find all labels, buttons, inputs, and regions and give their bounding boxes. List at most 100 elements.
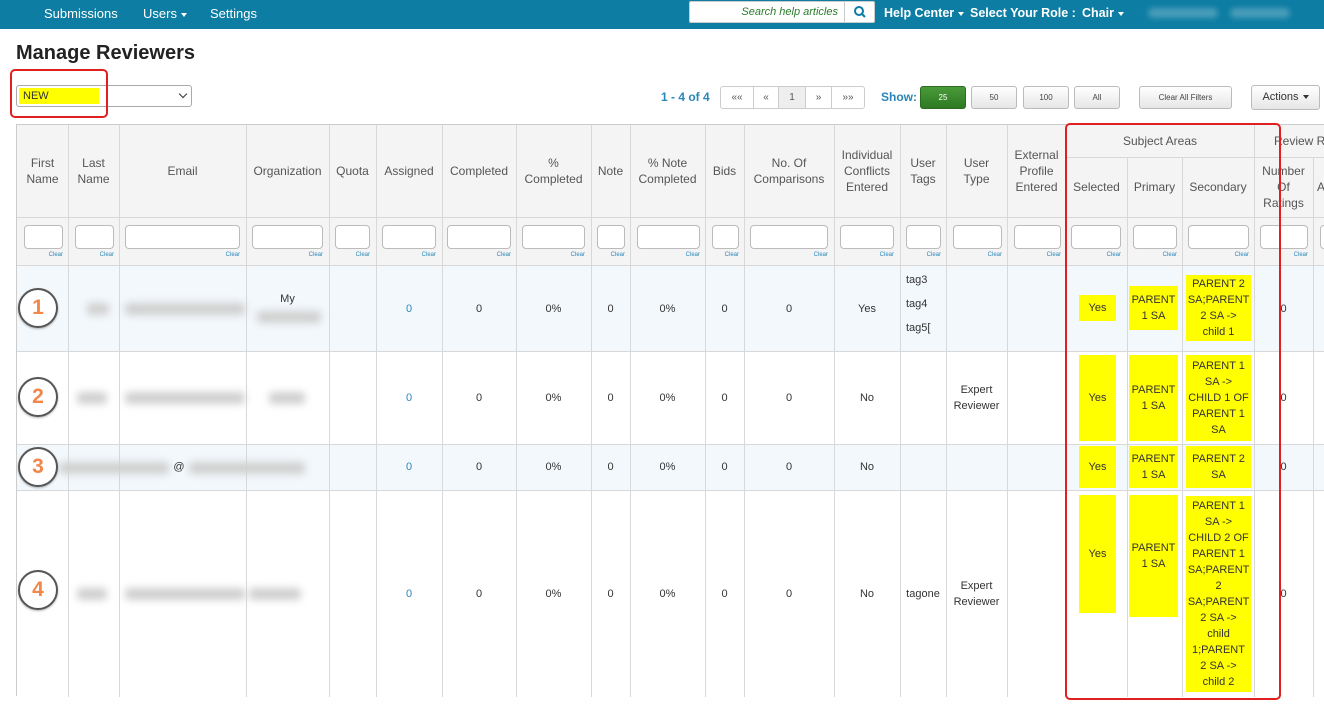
page-size-50-button[interactable]: 50 (971, 86, 1017, 109)
note-cell: 0 (607, 391, 614, 404)
tag: tag4 (906, 298, 928, 310)
redacted-email (189, 462, 305, 474)
nav-submissions[interactable]: Submissions (44, 6, 118, 21)
clear-external-profile[interactable]: Clear (1014, 252, 1061, 258)
page-size-100-button[interactable]: 100 (1023, 86, 1069, 109)
filter-assigned[interactable] (382, 225, 436, 249)
filter-external-profile[interactable] (1014, 225, 1061, 249)
clear-all-filters-button[interactable]: Clear All Filters (1139, 86, 1232, 109)
filter-pct-completed[interactable] (522, 225, 585, 249)
user-menu[interactable] (1148, 8, 1218, 18)
redacted-organization (249, 588, 301, 600)
bids-cell: 0 (721, 391, 728, 404)
filter-email[interactable] (125, 225, 240, 249)
nav-settings[interactable]: Settings (210, 6, 257, 21)
next-page-button[interactable]: » (805, 86, 832, 109)
filter-note[interactable] (597, 225, 625, 249)
account-menu[interactable] (1230, 8, 1290, 18)
role-label: Select Your Role : (970, 6, 1076, 20)
assigned-link[interactable]: 0 (376, 351, 442, 444)
filter-organization[interactable] (252, 225, 323, 249)
chevron-down-icon (958, 11, 965, 16)
col-quota[interactable]: Quota (329, 125, 376, 217)
assigned-link[interactable]: 0 (376, 490, 442, 697)
filter-pct-note[interactable] (637, 225, 700, 249)
clear-bids[interactable]: Clear (712, 252, 739, 258)
chevron-down-icon (178, 89, 188, 99)
comparisons-cell: 0 (785, 587, 793, 600)
col-individual-conflicts[interactable]: Individual Conflicts Entered (834, 125, 900, 217)
col-email[interactable]: Email (119, 125, 246, 217)
comparisons-cell: 0 (785, 302, 793, 315)
role-value: Chair (1082, 6, 1114, 20)
nav-help-center[interactable]: Help Center (884, 6, 965, 20)
show-label: Show: (881, 90, 917, 104)
pager-info: 1 - 4 of 4 (661, 90, 710, 104)
clear-first-name[interactable]: Clear (24, 252, 63, 258)
redacted-last-name (59, 462, 169, 474)
note-cell: 0 (607, 587, 614, 600)
assigned-link[interactable]: 0 (376, 444, 442, 490)
help-search-input[interactable]: Search help articles (689, 1, 845, 23)
help-center-label: Help Center (884, 6, 955, 20)
col-organization[interactable]: Organization (246, 125, 329, 217)
clear-conflicts[interactable]: Clear (840, 252, 894, 258)
completed-cell: 0 (475, 461, 483, 473)
page-size-25-button[interactable]: 25 (920, 86, 966, 109)
filter-user-tags[interactable] (906, 225, 941, 249)
col-pct-completed[interactable]: % Completed (516, 125, 591, 217)
clear-note[interactable]: Clear (597, 252, 625, 258)
col-note[interactable]: Note (591, 125, 630, 217)
organization-cell: My (280, 293, 295, 305)
clear-user-type[interactable]: Clear (953, 252, 1002, 258)
clear-last-name[interactable]: Clear (75, 252, 114, 258)
user-type-cell: Expert Reviewer (953, 383, 1000, 412)
pct-completed-cell: 0% (545, 587, 562, 600)
col-pct-note-completed[interactable]: % Note Completed (630, 125, 705, 217)
redacted-last-name (87, 303, 109, 315)
pct-completed-cell: 0% (545, 302, 562, 315)
filter-cut-off[interactable] (1320, 225, 1324, 249)
clear-pct-completed[interactable]: Clear (522, 252, 585, 258)
note-cell: 0 (607, 461, 614, 473)
redacted-last-name (77, 588, 107, 600)
col-comparisons[interactable]: No. Of Comparisons (744, 125, 834, 217)
clear-quota[interactable]: Clear (335, 252, 370, 258)
page-size-all-button[interactable]: All (1074, 86, 1120, 109)
search-icon (854, 6, 866, 18)
nav-users[interactable]: Users (143, 6, 187, 21)
col-assigned[interactable]: Assigned (376, 125, 442, 217)
filter-user-type[interactable] (953, 225, 1002, 249)
assigned-link[interactable]: 0 (376, 266, 442, 351)
page-1-button[interactable]: 1 (778, 86, 806, 109)
clear-organization[interactable]: Clear (252, 252, 323, 258)
filter-comparisons[interactable] (750, 225, 828, 249)
role-select[interactable]: Chair (1082, 6, 1124, 20)
actions-button[interactable]: Actions (1251, 85, 1320, 110)
col-first-name[interactable]: First Name (17, 125, 68, 217)
col-user-type[interactable]: User Type (946, 125, 1007, 217)
search-button[interactable] (844, 1, 875, 23)
prev-page-button[interactable]: « (753, 86, 779, 109)
clear-completed[interactable]: Clear (447, 252, 511, 258)
filter-conflicts[interactable] (840, 225, 894, 249)
filter-last-name[interactable] (75, 225, 114, 249)
col-user-tags[interactable]: User Tags (900, 125, 946, 217)
clear-assigned[interactable]: Clear (382, 252, 436, 258)
last-page-button[interactable]: »» (831, 86, 865, 109)
col-completed[interactable]: Completed (442, 125, 516, 217)
clear-email[interactable]: Clear (125, 252, 240, 258)
col-external-profile[interactable]: External Profile Entered (1007, 125, 1066, 217)
col-last-name[interactable]: Last Name (68, 125, 119, 217)
clear-pct-note[interactable]: Clear (637, 252, 700, 258)
first-page-button[interactable]: «« (720, 86, 754, 109)
col-bids[interactable]: Bids (705, 125, 744, 217)
filter-first-name[interactable] (24, 225, 63, 249)
clear-comparisons[interactable]: Clear (750, 252, 828, 258)
col-cut-off[interactable]: A (1317, 165, 1324, 209)
filter-completed[interactable] (447, 225, 511, 249)
filter-quota[interactable] (335, 225, 370, 249)
filter-bids[interactable] (712, 225, 739, 249)
conflicts-cell: No (859, 461, 875, 473)
clear-user-tags[interactable]: Clear (906, 252, 941, 258)
